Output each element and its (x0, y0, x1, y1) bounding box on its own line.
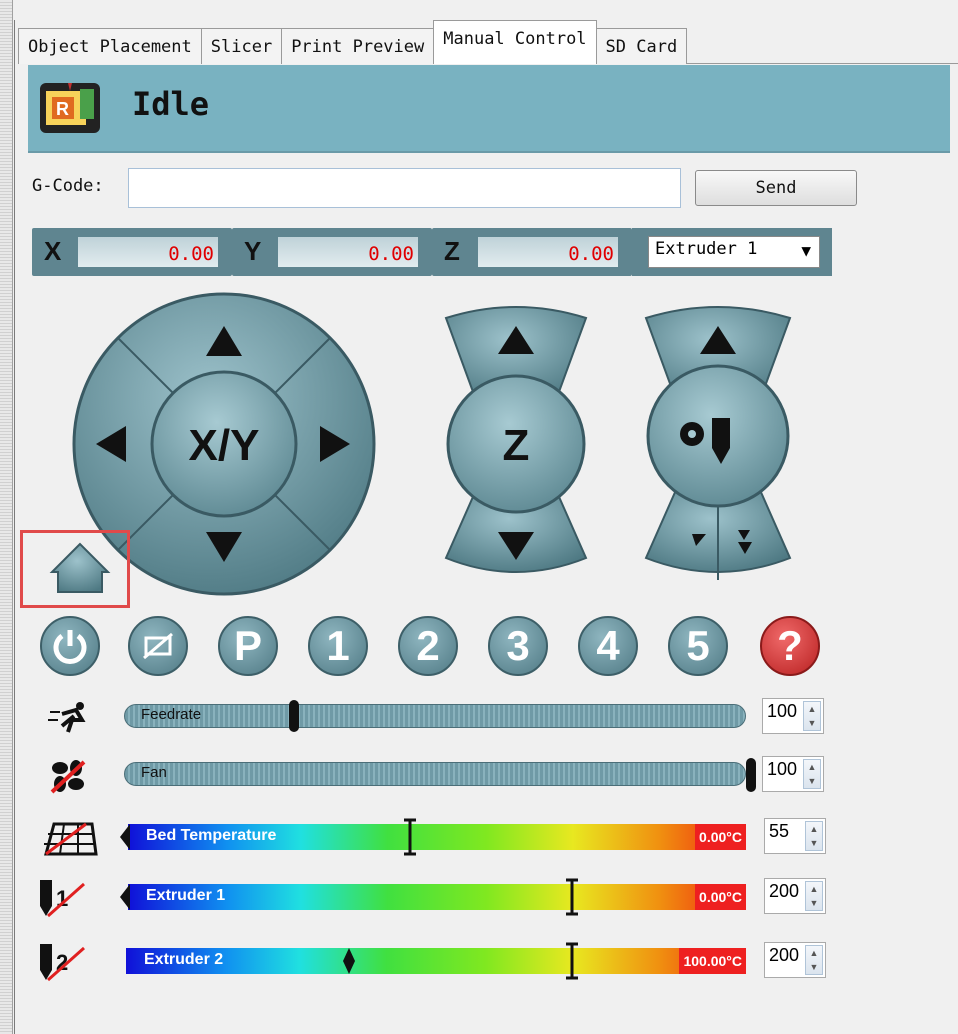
extruder2-temperature-slider[interactable]: Extruder 2 100.00°C (126, 948, 746, 974)
gcode-input[interactable] (128, 168, 681, 208)
bed-target-handle[interactable] (402, 818, 418, 856)
power-button[interactable] (40, 616, 100, 676)
extruder2-current-marker-icon (343, 948, 355, 974)
status-bar: R Idle (28, 65, 950, 153)
bed-target-spinbox[interactable]: 55 ▲ ▼ (764, 818, 826, 854)
fan-value: 100 (767, 759, 798, 779)
feedrate-label: Feedrate (141, 706, 202, 723)
feedrate-spinbox[interactable]: 100 ▲ ▼ (762, 698, 824, 734)
tab-print-preview[interactable]: Print Preview (281, 28, 435, 64)
feedrate-slider-handle[interactable] (289, 700, 299, 732)
extruder2-target-value: 200 (769, 945, 800, 965)
home-highlight-box (20, 530, 130, 608)
chevron-down-icon: ▼ (801, 241, 811, 260)
extruder1-current: 0.00°C (695, 884, 746, 910)
extruder1-label: Extruder 1 (146, 887, 226, 904)
motors-off-icon (143, 632, 173, 660)
spin-arrows-icon[interactable]: ▲ ▼ (803, 701, 821, 731)
extruder1-temperature-row: 1 Extruder 1 0.00°C 200 ▲ ▼ (40, 878, 920, 918)
extruder2-label: Extruder 2 (144, 951, 224, 968)
extruder2-target-spinbox[interactable]: 200 ▲ ▼ (764, 942, 826, 978)
repetier-logo-icon: R (40, 83, 100, 133)
macro-4-button[interactable]: 4 (578, 616, 638, 676)
bed-temperature-slider[interactable]: Bed Temperature 0.00°C (128, 824, 746, 850)
status-text: Idle (132, 85, 210, 123)
z-value: 0.00 (478, 237, 618, 267)
heated-bed-icon (44, 822, 98, 856)
extruder1-target-handle[interactable] (564, 878, 580, 916)
x-position-display: X 0.00 (32, 228, 232, 276)
tab-bar: Object Placement Slicer Print Preview Ma… (18, 20, 688, 64)
extruder-select[interactable]: Extruder 1 ▼ (648, 236, 820, 268)
extruder1-icon: 1 (40, 880, 85, 918)
extruder-select-container: Extruder 1 ▼ (632, 228, 832, 276)
macro-2-button[interactable]: 2 (398, 616, 458, 676)
jog-controls: X/Y Z (49, 292, 792, 596)
x-value: 0.00 (78, 237, 218, 267)
bed-current-marker-icon (120, 824, 130, 850)
send-button[interactable]: Send (695, 170, 857, 206)
extruder2-icon: 2 (40, 944, 85, 982)
macro-3-button[interactable]: 3 (488, 616, 548, 676)
park-button[interactable]: P (218, 616, 278, 676)
z-jog-control: Z (444, 306, 588, 573)
extruder2-current: 100.00°C (679, 948, 746, 974)
motors-off-button[interactable] (128, 616, 188, 676)
extruder-jog-control (644, 306, 792, 580)
tab-sd-card[interactable]: SD Card (595, 28, 688, 64)
gcode-label: G-Code: (32, 176, 104, 196)
spin-arrows-icon[interactable]: ▲ ▼ (805, 821, 823, 851)
z-jog-label: Z (503, 421, 530, 470)
tab-object-placement[interactable]: Object Placement (18, 28, 202, 64)
fan-row: Fan 100 ▲ ▼ (40, 756, 920, 796)
extruder1-current-marker-icon (120, 884, 130, 910)
fan-icon (50, 760, 86, 794)
feedrate-value: 100 (767, 701, 798, 721)
tab-slicer[interactable]: Slicer (200, 28, 283, 64)
feedrate-runner-icon (48, 702, 86, 733)
extruder1-temperature-slider[interactable]: Extruder 1 0.00°C (128, 884, 746, 910)
y-label: Y (244, 236, 262, 266)
macro-1-button[interactable]: 1 (308, 616, 368, 676)
bed-temperature-row: Bed Temperature 0.00°C 55 ▲ ▼ (40, 818, 920, 858)
tab-manual-control[interactable]: Manual Control (433, 20, 597, 64)
bed-temperature-label: Bed Temperature (146, 827, 277, 844)
fan-slider-handle[interactable] (746, 758, 756, 792)
extruder2-target-handle[interactable] (564, 942, 580, 980)
fan-label: Fan (141, 764, 167, 781)
feedrate-row: Feedrate 100 ▲ ▼ (40, 698, 920, 738)
z-label: Z (444, 236, 460, 266)
y-value: 0.00 (278, 237, 418, 267)
feedrate-slider[interactable]: Feedrate (124, 704, 746, 728)
spin-arrows-icon[interactable]: ▲ ▼ (803, 759, 821, 789)
extruder2-temperature-row: 2 Extruder 2 100.00°C 200 ▲ ▼ (40, 942, 920, 982)
fan-spinbox[interactable]: 100 ▲ ▼ (762, 756, 824, 792)
svg-text:R: R (56, 99, 69, 119)
extruder1-target-value: 200 (769, 881, 800, 901)
power-icon (53, 630, 87, 664)
help-button[interactable]: ? (760, 616, 820, 676)
extruder-select-value: Extruder 1 (655, 239, 758, 259)
bed-temperature-current: 0.00°C (695, 824, 746, 850)
y-position-display: Y 0.00 (232, 228, 432, 276)
spin-arrows-icon[interactable]: ▲ ▼ (805, 881, 823, 911)
spin-arrows-icon[interactable]: ▲ ▼ (805, 945, 823, 975)
x-label: X (44, 236, 62, 266)
extruder1-target-spinbox[interactable]: 200 ▲ ▼ (764, 878, 826, 914)
macro-5-button[interactable]: 5 (668, 616, 728, 676)
fan-slider[interactable]: Fan (124, 762, 746, 786)
xy-label: X/Y (189, 421, 260, 470)
z-position-display: Z 0.00 (432, 228, 632, 276)
bed-target-value: 55 (769, 821, 790, 841)
